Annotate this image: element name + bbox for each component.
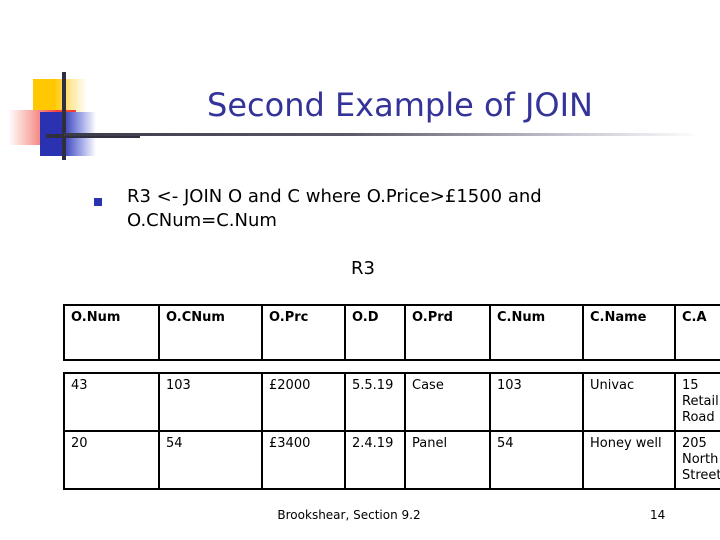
column-header-o-cnum: O.CNum <box>158 304 263 361</box>
table-row: 20 54 £3400 2.4.19 Panel 54 Honey well 2… <box>63 430 720 490</box>
cell-c-num: 54 <box>489 430 584 490</box>
relation-data-table: 43 103 £2000 5.5.19 Case 103 Univac 15 R… <box>63 372 720 490</box>
cell-o-cnum: 54 <box>158 430 263 490</box>
cell-c-num: 103 <box>489 372 584 432</box>
cell-o-cnum: 103 <box>158 372 263 432</box>
cell-o-num: 20 <box>63 430 160 490</box>
cell-o-prd: Panel <box>404 430 491 490</box>
column-header-c-a: C.A <box>674 304 720 361</box>
cell-o-prd: Case <box>404 372 491 432</box>
cell-o-prc: £3400 <box>261 430 346 490</box>
cell-o-d: 2.4.19 <box>344 430 406 490</box>
relation-label: R3 <box>351 258 375 279</box>
cell-o-num: 43 <box>63 372 160 432</box>
logo-red-square <box>8 110 76 145</box>
footer-source-note: Brookshear, Section 9.2 <box>277 508 421 522</box>
cell-o-d: 5.5.19 <box>344 372 406 432</box>
cell-o-prc: £2000 <box>261 372 346 432</box>
table-header-row: O.Num O.CNum O.Prc O.D O.Prd C.Num C.Nam… <box>63 304 720 361</box>
table-row: 43 103 £2000 5.5.19 Case 103 Univac 15 R… <box>63 372 720 432</box>
logo-vertical-line <box>62 72 66 160</box>
column-header-o-d: O.D <box>344 304 406 361</box>
column-header-c-num: C.Num <box>489 304 584 361</box>
bullet-item-text: R3 <- JOIN O and C where O.Price>£1500 a… <box>127 186 542 231</box>
column-header-c-name: C.Name <box>582 304 676 361</box>
logo-yellow-square <box>33 79 87 114</box>
decorative-logo <box>0 55 140 170</box>
column-header-o-prc: O.Prc <box>261 304 346 361</box>
cell-c-name: Honey well <box>582 430 676 490</box>
title-divider <box>64 133 700 136</box>
page-title: Second Example of JOIN <box>207 86 593 124</box>
footer-page-number: 14 <box>650 508 666 522</box>
square-bullet-icon <box>94 198 102 206</box>
column-header-o-num: O.Num <box>63 304 160 361</box>
bullet-list: R3 <- JOIN O and C where O.Price>£1500 a… <box>94 185 654 233</box>
cell-c-a: 205 North Street <box>674 430 720 490</box>
cell-c-name: Univac <box>582 372 676 432</box>
relation-header-table: O.Num O.CNum O.Prc O.D O.Prd C.Num C.Nam… <box>63 304 720 361</box>
column-header-o-prd: O.Prd <box>404 304 491 361</box>
cell-c-a: 15 Retail Road <box>674 372 720 432</box>
